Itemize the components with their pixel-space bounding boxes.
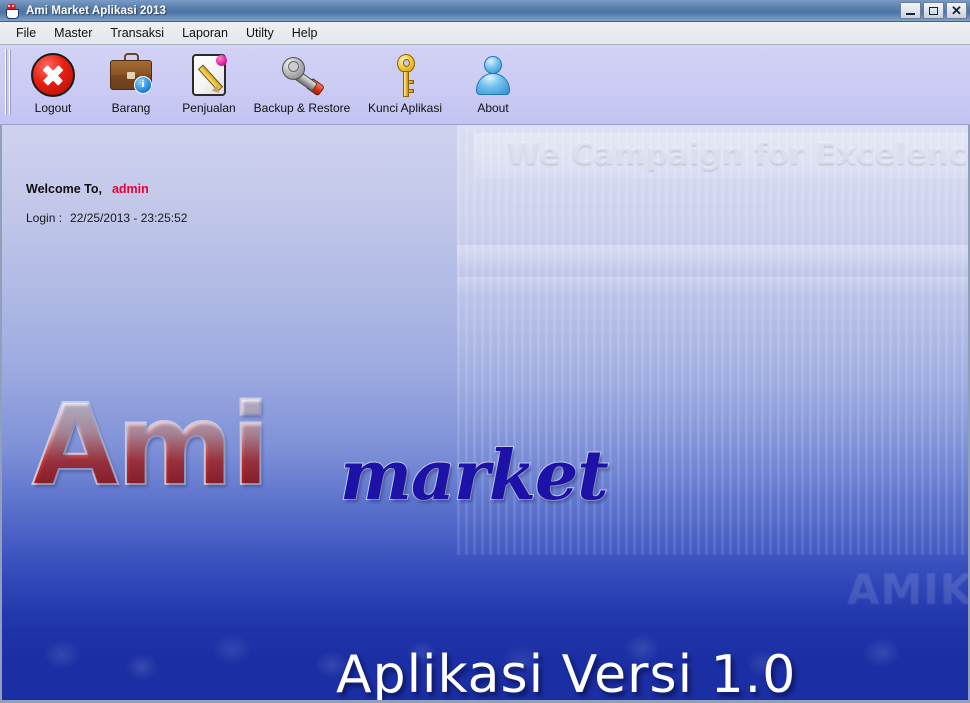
background-building-cornice [457,245,968,275]
toolbar-button-about[interactable]: About [454,45,532,115]
application-window: Ami Market Aplikasi 2013 ✕ File Master T… [0,0,970,703]
logo-text-market: market [339,436,610,516]
close-button[interactable]: ✕ [946,2,967,19]
toolbar-button-penjualan[interactable]: Penjualan [170,45,248,115]
minimize-icon [906,12,915,15]
menu-item-master[interactable]: Master [45,24,101,42]
login-label: Login : [26,211,63,225]
welcome-label: Welcome To, [26,182,102,196]
toolbar-label-penjualan: Penjualan [182,101,236,115]
key-icon [381,51,429,99]
maximize-icon [929,6,938,15]
ami-market-logo: Ami market [31,381,652,520]
toolbar: Logout i Barang Penjualan Backup & Resto… [0,45,970,125]
menu-item-file[interactable]: File [7,24,45,42]
title-bar: Ami Market Aplikasi 2013 ✕ [0,0,970,22]
close-icon: ✕ [951,3,962,18]
menu-item-utilty[interactable]: Utilty [237,24,283,42]
window-controls: ✕ [900,2,967,19]
briefcase-info-icon: i [107,51,155,99]
java-cup-icon [4,3,20,19]
menu-bar: File Master Transaksi Laporan Utilty Hel… [0,22,970,45]
toolbar-button-barang[interactable]: i Barang [92,45,170,115]
toolbar-label-kunci-aplikasi: Kunci Aplikasi [367,101,443,115]
user-icon [469,51,517,99]
toolbar-label-about: About [477,101,509,115]
logout-cancel-icon [29,51,77,99]
toolbar-drag-handle[interactable] [4,49,14,115]
wrench-icon [278,51,326,99]
toolbar-button-kunci-aplikasi[interactable]: Kunci Aplikasi [356,45,454,115]
main-content-pane: We Campaign for Excelence AMIK MELALUI P… [0,125,970,703]
toolbar-button-backup-restore[interactable]: Backup & Restore [248,45,356,115]
version-text: Aplikasi Versi 1.0 [336,645,797,703]
maximize-button[interactable] [923,2,944,19]
menu-item-laporan[interactable]: Laporan [173,24,237,42]
login-value: 22/25/2013 - 23:25:52 [70,211,188,225]
menu-item-help[interactable]: Help [283,24,327,42]
welcome-message: Welcome To, admin [26,180,149,198]
window-title: Ami Market Aplikasi 2013 [26,4,167,17]
menu-item-transaksi[interactable]: Transaksi [101,24,173,42]
background-building-ledge [457,277,968,299]
toolbar-label-logout: Logout [34,101,72,115]
toolbar-label-backup-restore: Backup & Restore [253,101,351,115]
background-banner-text: We Campaign for Excelence [507,137,970,172]
logo-text-ami: Ami [31,381,271,511]
toolbar-button-logout[interactable]: Logout [14,45,92,115]
note-pencil-icon [185,51,233,99]
toolbar-label-barang: Barang [111,101,151,115]
minimize-button[interactable] [900,2,921,19]
login-timestamp: Login : 22/25/2013 - 23:25:52 [26,211,187,225]
welcome-username: admin [111,182,149,196]
